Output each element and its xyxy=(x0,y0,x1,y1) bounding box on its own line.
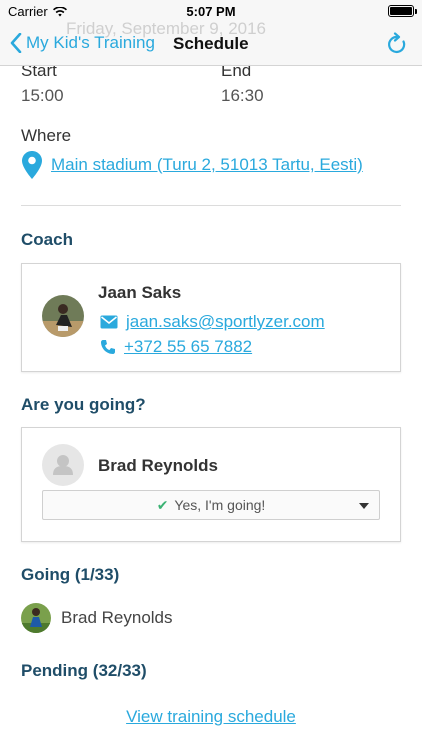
location-link[interactable]: Main stadium (Turu 2, 51013 Tartu, Eesti… xyxy=(51,155,363,175)
battery-icon xyxy=(388,5,417,17)
chevron-left-icon xyxy=(10,33,22,53)
view-training-schedule-link[interactable]: View training schedule xyxy=(0,707,422,727)
attendee-item[interactable]: Brad Reynolds xyxy=(21,603,173,633)
attendee-name: Brad Reynolds xyxy=(61,608,173,627)
map-pin-icon xyxy=(22,151,42,179)
coach-avatar xyxy=(42,295,84,337)
end-time: 16:30 xyxy=(221,86,264,105)
coach-phone-link[interactable]: +372 55 65 7882 xyxy=(124,337,252,357)
start-time: 15:00 xyxy=(21,86,64,105)
caret-down-icon xyxy=(359,503,369,509)
refresh-button[interactable] xyxy=(386,32,408,61)
going-section-title: Going (1/33) xyxy=(21,565,120,584)
coach-email-link[interactable]: jaan.saks@sportlyzer.com xyxy=(126,312,325,332)
coach-card: Jaan Saks jaan.saks@sportlyzer.com +372 … xyxy=(21,263,401,372)
back-button[interactable]: My Kid's Training xyxy=(10,33,155,53)
user-icon xyxy=(53,455,73,475)
refresh-icon xyxy=(388,32,406,54)
coach-section-title: Coach xyxy=(21,230,73,249)
rsvp-card: Brad Reynolds ✔ Yes, I'm going! xyxy=(21,427,401,542)
clock: 5:07 PM xyxy=(186,4,236,19)
back-button-label: My Kid's Training xyxy=(26,33,155,52)
divider xyxy=(21,205,401,206)
pending-section-title: Pending (32/33) xyxy=(21,661,147,680)
coach-phone-row: +372 55 65 7882 xyxy=(100,337,252,357)
user-avatar-placeholder xyxy=(42,444,84,486)
location-row: Main stadium (Turu 2, 51013 Tartu, Eesti… xyxy=(21,150,363,180)
status-bar: Carrier 5:07 PM xyxy=(0,0,422,22)
where-label: Where xyxy=(21,126,72,145)
coach-name: Jaan Saks xyxy=(98,283,182,302)
user-name: Brad Reynolds xyxy=(98,456,218,475)
checkmark-icon: ✔ xyxy=(156,496,169,513)
envelope-icon xyxy=(100,315,118,329)
attendee-avatar xyxy=(21,603,51,633)
navigation-bar: Friday, September 9, 2016 My Kid's Train… xyxy=(0,22,422,66)
phone-icon xyxy=(101,340,115,354)
rsvp-dropdown[interactable]: ✔ Yes, I'm going! xyxy=(42,490,380,520)
rsvp-section-title: Are you going? xyxy=(21,395,146,414)
coach-email-row: jaan.saks@sportlyzer.com xyxy=(100,312,325,332)
rsvp-selected-value: Yes, I'm going! xyxy=(174,497,266,513)
page-title: Schedule xyxy=(173,34,249,53)
